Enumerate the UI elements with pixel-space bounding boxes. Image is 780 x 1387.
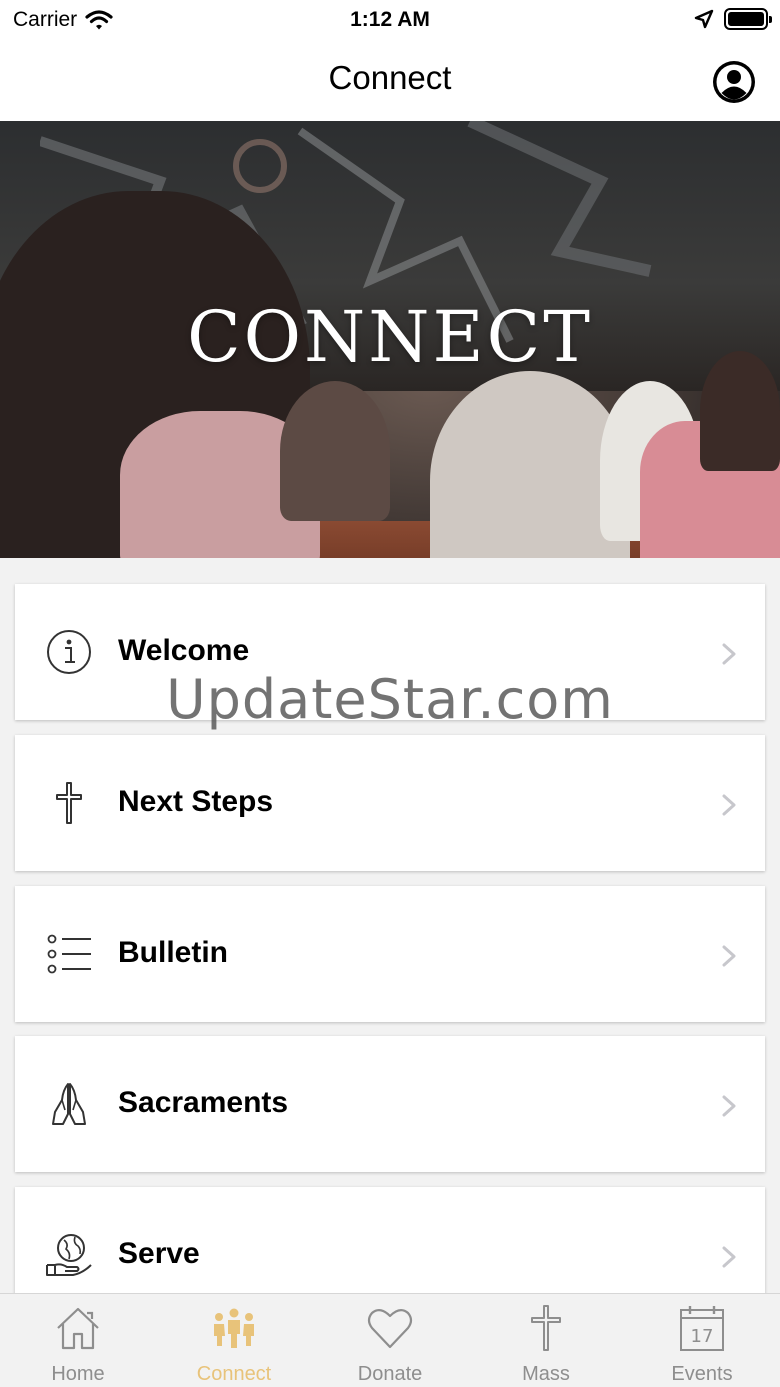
menu-item-label: Next Steps [118,785,274,818]
tab-home[interactable]: Home [0,1294,156,1387]
tab-label: Home [51,1363,105,1385]
calendar-day: 17 [691,1326,714,1347]
menu-item-label: Welcome [118,634,250,667]
nav-bar: Connect [0,40,780,121]
hero-banner: CONNECT [0,121,780,558]
list-icon [47,934,91,974]
cross-icon [56,782,82,824]
tab-mass[interactable]: Mass [468,1294,624,1387]
status-bar: Carrier 1:12 AM [0,0,780,40]
info-icon [47,630,91,674]
chevron-right-icon [722,945,736,967]
status-time: 1:12 AM [350,8,430,31]
battery-icon [724,8,772,30]
heart-icon [367,1309,413,1349]
globe-hand-icon [46,1234,92,1276]
chevron-right-icon [722,1095,736,1117]
hero-title: CONNECT [187,296,593,378]
menu-item-next-steps[interactable]: Next Steps [15,735,765,871]
chevron-right-icon [722,1246,736,1268]
tab-label: Events [671,1363,733,1385]
status-right [694,8,772,30]
menu-item-label: Bulletin [118,936,228,969]
tab-label: Connect [196,1363,272,1385]
home-icon [57,1307,99,1350]
praying-hands-icon [52,1083,86,1125]
chevron-right-icon [722,794,736,816]
cross-icon [531,1305,561,1351]
tab-label: Donate [357,1363,423,1385]
profile-icon[interactable] [712,60,756,104]
menu-item-label: Serve [118,1237,200,1270]
menu-item-bulletin[interactable]: Bulletin [15,886,765,1022]
page-title: Connect [328,59,452,96]
person-image [280,381,390,521]
calendar-icon: 17 [680,1306,724,1351]
menu-item-sacraments[interactable]: Sacraments [15,1036,765,1172]
tab-donate[interactable]: Donate [312,1294,468,1387]
tab-events[interactable]: 17 Events [624,1294,780,1387]
menu-item-label: Sacraments [118,1086,289,1119]
tab-label: Mass [522,1363,570,1385]
people-icon [214,1308,254,1348]
tab-bar: Home Connect Donate Mass 17 Events [0,1293,780,1387]
tab-connect[interactable]: Connect [156,1294,312,1387]
location-icon [694,9,714,29]
chevron-right-icon [722,643,736,665]
menu-item-welcome[interactable]: Welcome [15,584,765,720]
